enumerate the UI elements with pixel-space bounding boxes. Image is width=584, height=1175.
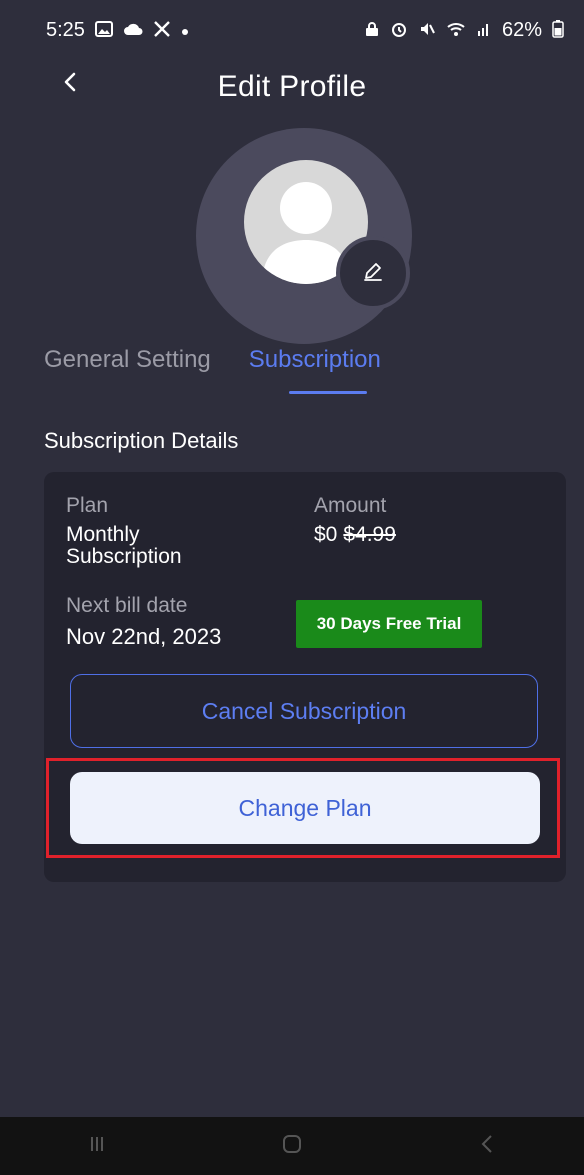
- recent-apps-button[interactable]: [67, 1126, 127, 1166]
- page-title: Edit Profile: [217, 70, 367, 103]
- tab-general-setting[interactable]: General Setting: [44, 346, 211, 386]
- tab-label: General Setting: [44, 346, 211, 373]
- battery-level: 62%: [501, 18, 542, 41]
- active-tab-indicator: [288, 391, 367, 394]
- amount-label: Amount: [314, 494, 387, 517]
- plan-label: Plan: [66, 494, 109, 517]
- amount-price: $0: [314, 523, 338, 546]
- battery-icon: [552, 19, 564, 41]
- edit-avatar-button[interactable]: [336, 236, 410, 310]
- back-nav-button[interactable]: [457, 1126, 517, 1166]
- amount-value: $0 $4.99: [314, 524, 396, 546]
- wifi-icon: [446, 21, 466, 40]
- system-nav-bar: [0, 1117, 584, 1175]
- profile-tabs: General Setting Subscription: [44, 346, 381, 394]
- status-left: 5:25: [46, 19, 189, 42]
- change-plan-button[interactable]: Change Plan: [70, 772, 540, 844]
- lock-icon: [364, 21, 380, 40]
- next-bill-value: Nov 22nd, 2023: [66, 624, 222, 649]
- cloud-icon: [123, 21, 143, 39]
- status-bar: 5:25 62%: [0, 0, 584, 60]
- section-title: Subscription Details: [44, 428, 239, 453]
- tab-label: Subscription: [248, 346, 381, 373]
- back-icon: [480, 1133, 494, 1160]
- cancel-subscription-button[interactable]: Cancel Subscription: [70, 674, 538, 748]
- tab-subscription[interactable]: Subscription: [248, 346, 381, 394]
- plan-value-line1: Monthly: [66, 523, 140, 546]
- home-button[interactable]: [262, 1126, 322, 1166]
- amount-original: $4.99: [343, 523, 396, 546]
- image-icon: [94, 20, 113, 40]
- plan-value: Monthly Subscription: [66, 524, 182, 568]
- recent-apps-icon: [87, 1134, 107, 1159]
- header: Edit Profile: [0, 60, 584, 116]
- trial-badge: 30 Days Free Trial: [296, 600, 482, 648]
- status-right: 62%: [364, 19, 564, 42]
- home-icon: [281, 1133, 303, 1160]
- pencil-icon: [362, 260, 384, 287]
- next-bill-label: Next bill date: [66, 594, 188, 617]
- dot-icon: [181, 21, 189, 39]
- alarm-icon: [390, 20, 408, 41]
- mute-icon: [418, 20, 436, 41]
- signal-icon: [476, 21, 492, 40]
- plan-value-line2: Subscription: [66, 545, 182, 568]
- x-logo-icon: [153, 20, 171, 41]
- status-time: 5:25: [46, 18, 85, 41]
- avatar-container: [196, 128, 412, 344]
